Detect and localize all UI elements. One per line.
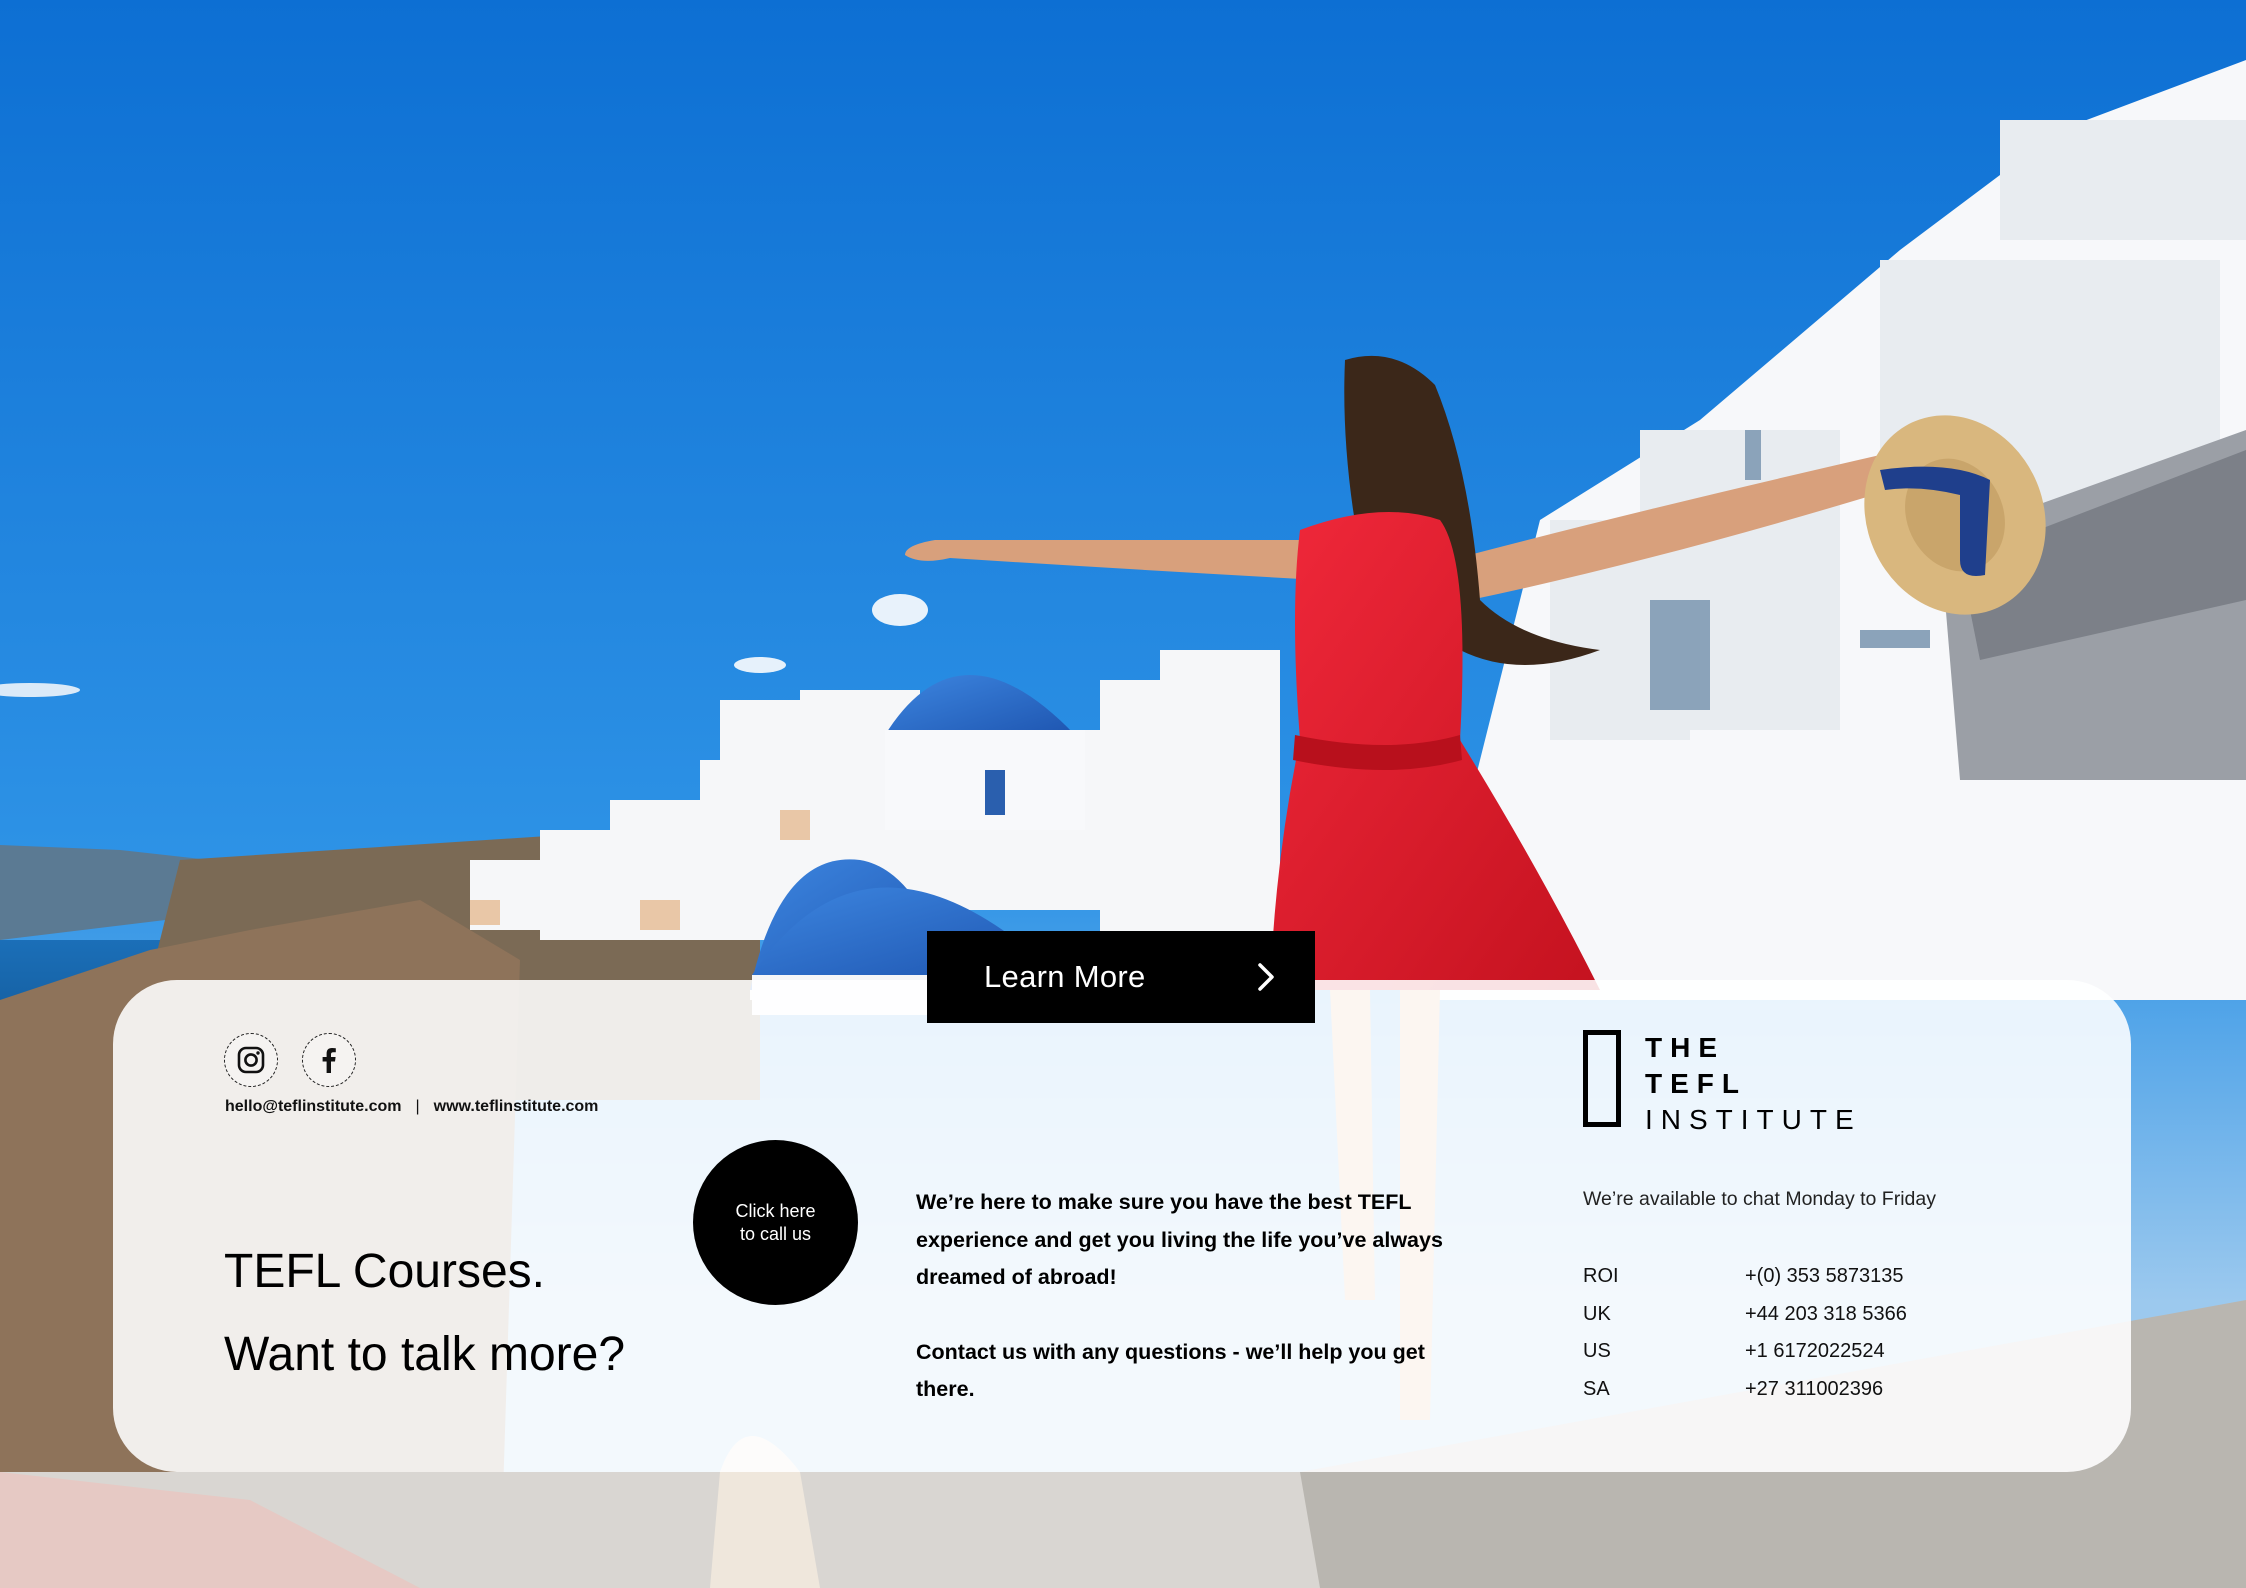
- phone-number[interactable]: +27 311002396: [1745, 1378, 1883, 1401]
- learn-more-label: Learn More: [984, 959, 1146, 994]
- phone-list: ROI +(0) 353 5873135 UK +44 203 318 5366…: [1583, 1258, 1907, 1408]
- logo-word-3: INSTITUTE: [1645, 1104, 1862, 1135]
- logo-word-2: TEFL: [1645, 1068, 1747, 1099]
- email-link[interactable]: hello@teflinstitute.com: [225, 1098, 402, 1115]
- tefl-institute-logo: THE TEFL INSTITUTE: [1583, 1030, 1862, 1138]
- phone-number[interactable]: +44 203 318 5366: [1745, 1303, 1907, 1326]
- headline: TEFL Courses. Want to talk more?: [224, 1230, 625, 1396]
- phone-country: SA: [1583, 1377, 1610, 1400]
- phone-row: UK +44 203 318 5366: [1583, 1296, 1907, 1334]
- call-us-line-2: to call us: [739, 1223, 812, 1244]
- contact-separator: |: [415, 1098, 420, 1115]
- headline-line-1: TEFL Courses.: [224, 1245, 545, 1298]
- headline-line-2: Want to talk more?: [224, 1328, 626, 1381]
- phone-number[interactable]: +(0) 353 5873135: [1745, 1265, 1903, 1288]
- logo-mark: [1583, 1030, 1621, 1127]
- learn-more-button[interactable]: Learn More: [927, 931, 1315, 1023]
- message-text: We’re here to make sure you have the bes…: [916, 1184, 1476, 1409]
- phone-country: ROI: [1583, 1265, 1619, 1288]
- phone-row: US +1 6172022524: [1583, 1333, 1907, 1371]
- logo-word-1: THE: [1645, 1032, 1725, 1063]
- message-paragraph-2: Contact us with any questions - we’ll he…: [916, 1339, 1425, 1402]
- contact-line: hello@teflinstitute.com | www.teflinstitut…: [225, 1098, 598, 1116]
- instagram-icon: [237, 1046, 265, 1074]
- facebook-icon: [322, 1048, 336, 1073]
- message-paragraph-1: We’re here to make sure you have the bes…: [916, 1190, 1443, 1289]
- call-us-button[interactable]: Click here to call us: [693, 1140, 858, 1305]
- instagram-link[interactable]: [224, 1033, 278, 1087]
- phone-row: ROI +(0) 353 5873135: [1583, 1258, 1907, 1296]
- phone-row: SA +27 311002396: [1583, 1371, 1907, 1409]
- chevron-right-icon: [1258, 963, 1274, 991]
- social-links: [224, 1033, 356, 1087]
- phone-country: US: [1583, 1340, 1611, 1363]
- call-us-line-1: Click here: [735, 1200, 816, 1221]
- facebook-link[interactable]: [302, 1033, 356, 1087]
- phone-number[interactable]: +1 6172022524: [1745, 1340, 1885, 1363]
- phone-country: UK: [1583, 1302, 1611, 1325]
- website-link[interactable]: www.teflinstitute.com: [434, 1098, 599, 1115]
- availability-text: We’re available to chat Monday to Friday: [1583, 1188, 1936, 1210]
